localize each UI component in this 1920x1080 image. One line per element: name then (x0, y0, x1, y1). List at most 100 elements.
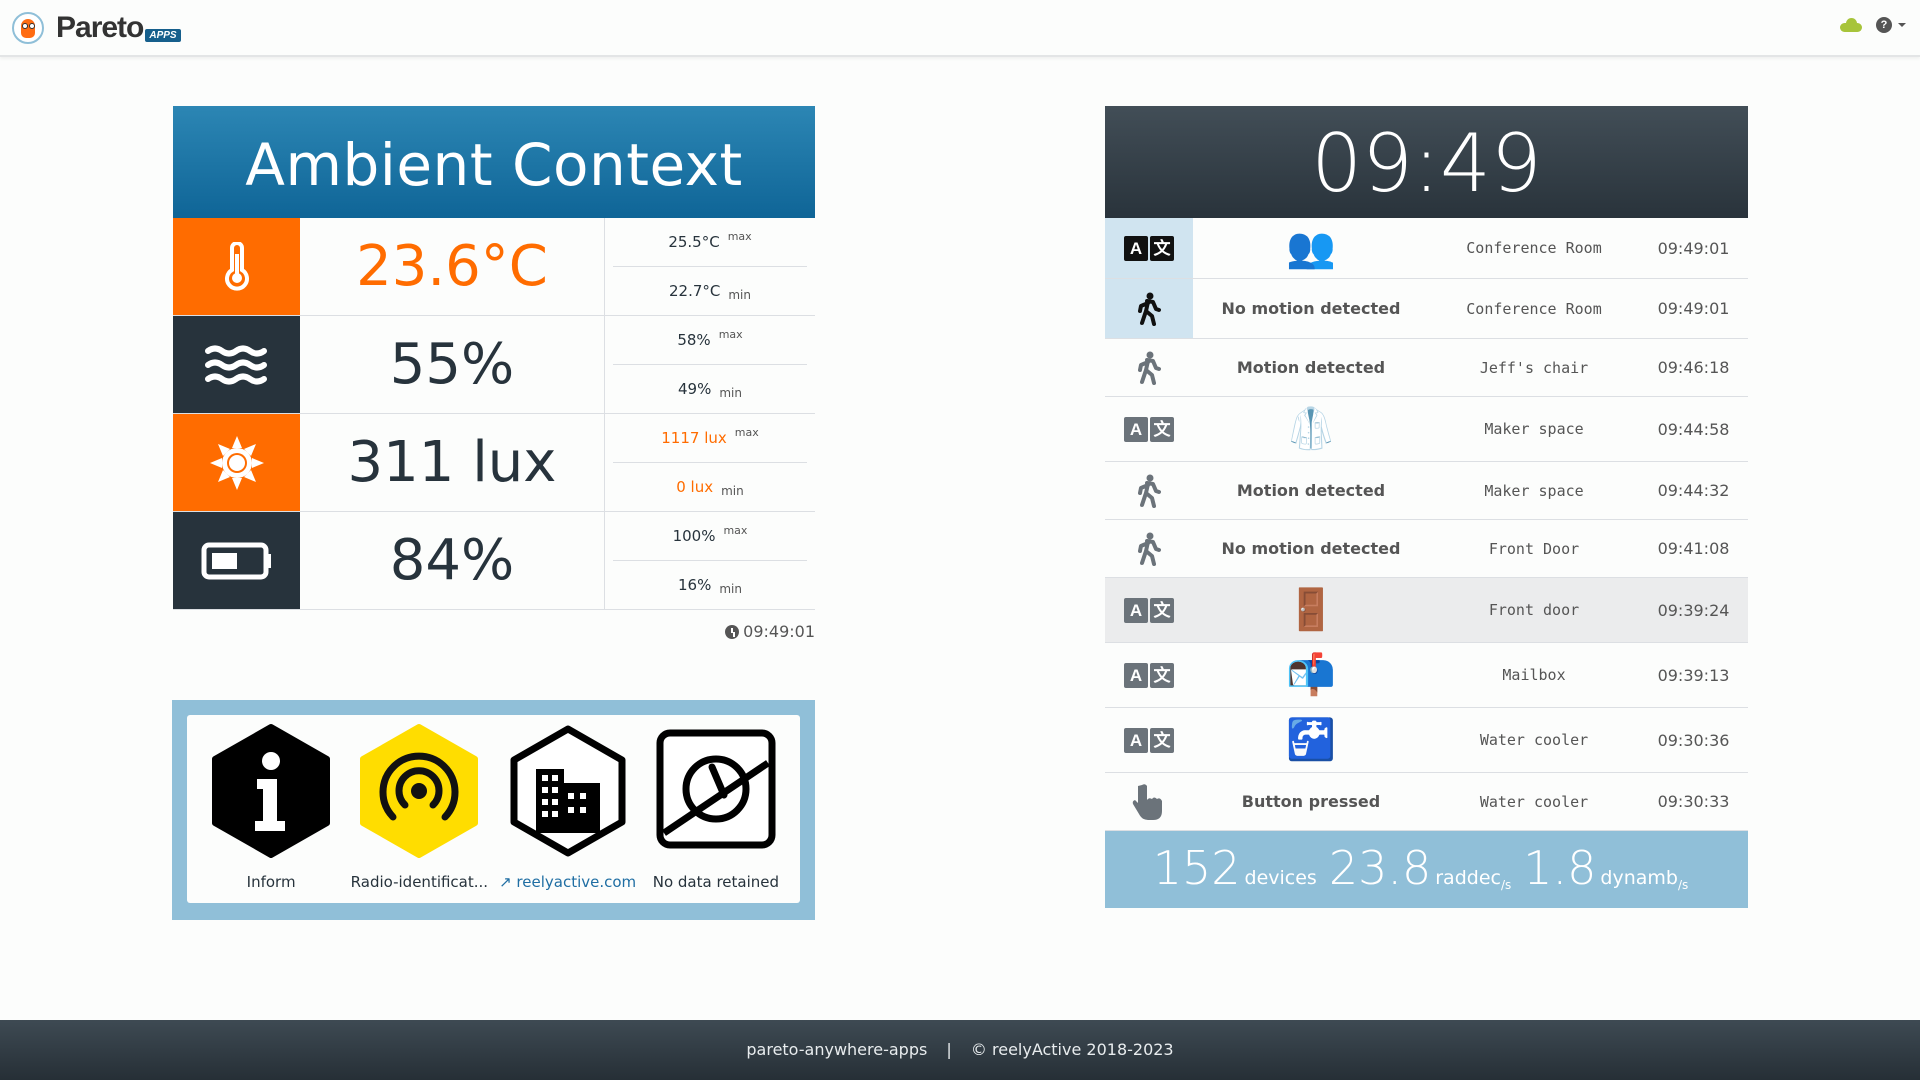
battery-icon (173, 512, 300, 609)
brand-tag: APPS (145, 28, 181, 42)
temperature-max: 25.5°C max (613, 218, 807, 267)
ambient-title: Ambient Context (173, 106, 815, 218)
event-time: 09:39:13 (1657, 665, 1730, 685)
footer-project-link[interactable]: pareto-anywhere-apps (746, 1040, 927, 1059)
events-panel: 09:49 A 文 👥 Conference Room 09:49:01 No motio… (1105, 106, 1748, 908)
event-emoji: 📬 (1286, 652, 1336, 698)
walking-person-icon (1105, 279, 1193, 338)
event-emoji: 🚰 (1286, 717, 1336, 763)
footer: pareto-anywhere-apps | © reelyActive 201… (0, 1020, 1920, 1080)
event-time: 09:44:32 (1657, 481, 1730, 500)
event-row[interactable]: No motion detected Front Door 09:41:08 (1105, 520, 1748, 578)
dynamb-rate: 1.8 (1523, 841, 1597, 895)
battery-max: 100% max (613, 512, 807, 561)
illuminance-min: 0 lux min (676, 478, 744, 498)
temperature-row: 23.6°C 25.5°C max 22.7°C min (173, 218, 815, 316)
event-row[interactable]: Button pressed Water cooler 09:30:33 (1105, 773, 1748, 831)
event-row[interactable]: No motion detected Conference Room 09:49:0… (1105, 279, 1748, 339)
ambient-timestamp: 09:49:01 (173, 622, 815, 641)
humidity-waves-icon (173, 316, 300, 413)
devices-label: devices (1244, 867, 1317, 889)
badge-no-data-retained[interactable]: No data retained (642, 723, 790, 903)
reelyactive-link[interactable]: ↗ reelyactive.com (499, 873, 636, 891)
event-time: 09:49:01 (1657, 299, 1730, 318)
event-description: Motion detected (1236, 358, 1386, 377)
dynamb-label: dynamb/s (1600, 867, 1689, 892)
ambient-context-panel: Ambient Context 23.6°C 25.5°C max 22.7°C m… (173, 106, 815, 641)
event-location: Water cooler (1479, 792, 1589, 811)
event-row[interactable]: A 文 🥼 Maker space 09:44:58 (1105, 397, 1748, 462)
event-time: 09:49:01 (1657, 238, 1730, 258)
event-time: 09:44:58 (1657, 419, 1730, 439)
clock-display: 09:49 (1105, 106, 1748, 218)
raddec-label: raddec/s (1435, 867, 1512, 892)
badge-inform[interactable]: Inform (197, 723, 345, 903)
humidity-min: 49% min (678, 380, 742, 400)
event-row[interactable]: Motion detected Maker space 09:44:32 (1105, 462, 1748, 520)
battery-value: 84% (300, 512, 605, 609)
event-description: Button pressed (1241, 792, 1381, 811)
brand-logo[interactable]: Pareto APPS (12, 11, 181, 45)
event-row[interactable]: A 文 👥 Conference Room 09:49:01 (1105, 218, 1748, 279)
event-time: 09:46:18 (1657, 358, 1730, 377)
dropdown-caret-icon[interactable] (1898, 23, 1906, 27)
event-row[interactable]: A 文 📬 Mailbox 09:39:13 (1105, 643, 1748, 708)
event-location: Front door (1488, 601, 1580, 619)
raddec-rate: 23.8 (1328, 841, 1432, 895)
battery-min: 16% min (678, 576, 742, 596)
event-location: Conference Room (1466, 299, 1602, 318)
event-row[interactable]: Motion detected Jeff's chair 09:46:18 (1105, 339, 1748, 397)
event-time: 09:41:08 (1657, 539, 1730, 558)
event-description: No motion detected (1221, 539, 1401, 558)
external-link-icon: ↗ (499, 873, 517, 891)
walking-person-icon (1105, 520, 1193, 577)
thermometer-icon (173, 218, 300, 315)
event-emoji: 🥼 (1286, 406, 1336, 452)
brand-name: Pareto (56, 11, 144, 44)
badge-reelyactive-link[interactable]: ↗ reelyactive.com (494, 723, 642, 903)
humidity-row: 55% 58% max 49% min (173, 316, 815, 414)
stats-bar: 152 devices 23.8 raddec/s 1.8 dynamb/s (1105, 831, 1748, 908)
privacy-badges-panel: Inform Radio-identificat... ↗ reelyactiv… (172, 700, 815, 920)
translate-icon: A文 (1105, 218, 1193, 278)
no-data-retained-icon (656, 729, 776, 849)
temperature-value: 23.6°C (300, 218, 605, 315)
illuminance-max: 1117 lux max (613, 414, 807, 463)
event-time: 09:30:33 (1657, 792, 1730, 811)
footer-separator: | (946, 1040, 952, 1059)
event-row[interactable]: A 文 🚰 Water cooler 09:30:36 (1105, 708, 1748, 773)
owl-logo-icon (12, 12, 44, 44)
event-location: Mailbox (1502, 666, 1566, 684)
pointing-hand-icon (1105, 773, 1193, 830)
clock-icon (725, 624, 740, 639)
event-emoji: 🚪 (1286, 587, 1336, 633)
humidity-value: 55% (300, 316, 605, 413)
event-description: Motion detected (1236, 481, 1386, 500)
badge-radio-identification[interactable]: Radio-identificat... (345, 723, 493, 903)
walking-person-icon (1105, 462, 1193, 519)
events-list: A 文 👥 Conference Room 09:49:01 No motion dete… (1105, 218, 1748, 831)
event-location: Jeff's chair (1479, 358, 1589, 377)
event-time: 09:39:24 (1657, 600, 1730, 620)
event-location: Front Door (1488, 539, 1580, 558)
footer-copyright[interactable]: © reelyActive 2018-2023 (971, 1040, 1174, 1059)
humidity-max: 58% max (613, 316, 807, 365)
translate-icon: A文 (1105, 397, 1193, 461)
event-location: Maker space (1484, 420, 1584, 438)
event-location: Water cooler (1479, 731, 1589, 749)
illuminance-value: 311 lux (300, 414, 605, 511)
translate-icon: A文 (1105, 643, 1193, 707)
info-hexagon-icon (212, 724, 331, 858)
translate-icon: A文 (1105, 708, 1193, 772)
question-circle-icon[interactable]: ? (1876, 17, 1892, 33)
cloud-connected-icon[interactable] (1840, 18, 1862, 32)
event-time: 09:30:36 (1657, 730, 1730, 750)
navbar: Pareto APPS ? (0, 0, 1920, 57)
event-emoji: 👥 (1286, 225, 1336, 271)
event-location: Maker space (1484, 481, 1584, 500)
illuminance-row: 311 lux 1117 lux max 0 lux min (173, 414, 815, 512)
event-description: No motion detected (1221, 299, 1401, 318)
event-row[interactable]: A 文 🚪 Front door 09:39:24 (1105, 578, 1748, 643)
temperature-min: 22.7°C min (668, 282, 751, 302)
radio-identification-hexagon-icon (360, 724, 479, 858)
